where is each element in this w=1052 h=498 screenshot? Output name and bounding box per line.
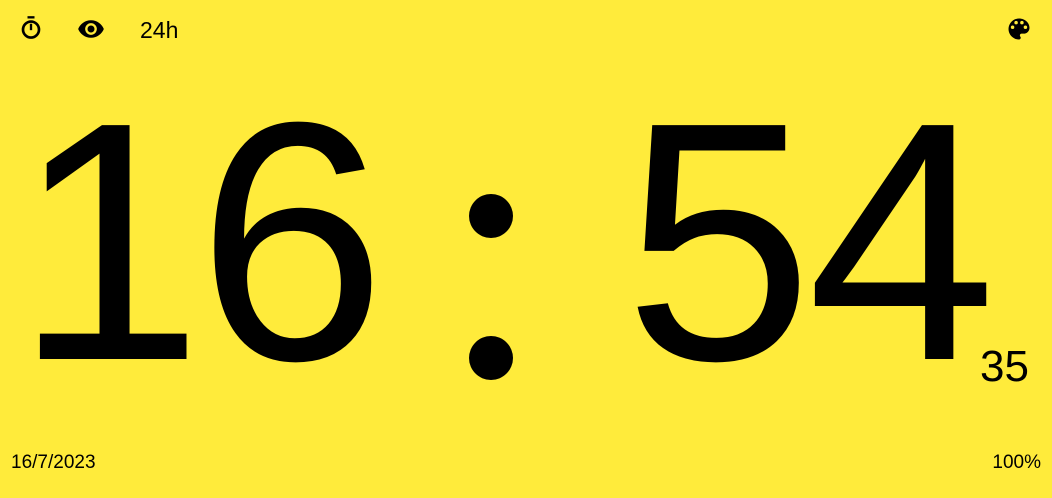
colon-top-dot [469,194,513,238]
top-toolbar: 24h [0,0,1052,60]
palette-icon[interactable] [1005,15,1033,43]
clock-display: 16 54 35 [0,52,1052,432]
colon-bottom-dot [469,336,513,380]
hours-display: 16 [14,52,386,432]
time-format-toggle[interactable]: 24h [140,16,178,44]
date-label: 16/7/2023 [11,452,96,473]
battery-level: 100% [992,452,1041,473]
eye-icon[interactable] [77,15,105,43]
seconds-display: 35 [980,342,1029,391]
minutes-display: 54 [624,52,996,432]
stopwatch-icon[interactable] [17,15,45,43]
